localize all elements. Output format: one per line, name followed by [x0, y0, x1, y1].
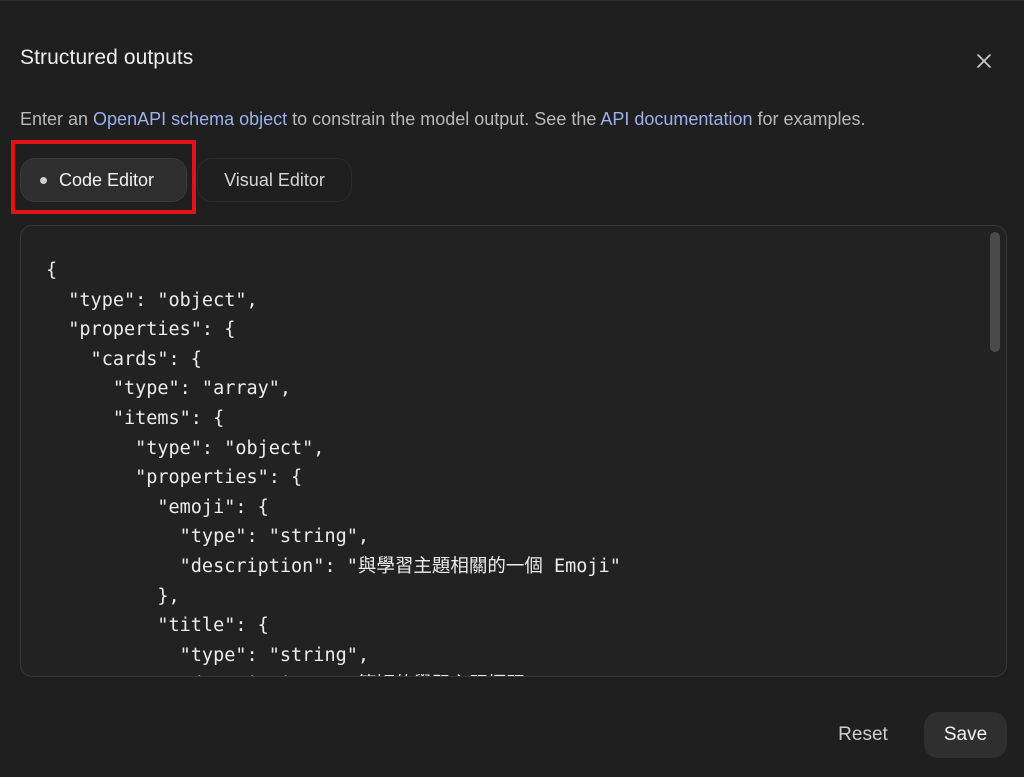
- code-line: "description": "簡短的學習主題標題": [46, 670, 621, 676]
- code-line: "properties": {: [46, 467, 303, 489]
- description-middle: to constrain the model output. See the: [287, 109, 601, 129]
- tab-code-editor[interactable]: Code Editor: [20, 158, 187, 202]
- dialog-title: Structured outputs: [20, 46, 194, 69]
- description-suffix: for examples.: [752, 109, 866, 129]
- tab-visual-editor-label: Visual Editor: [224, 169, 325, 190]
- code-line: "emoji": {: [46, 496, 269, 518]
- code-line: "cards": {: [46, 348, 202, 370]
- api-documentation-link[interactable]: API documentation: [600, 109, 752, 129]
- code-line: "type": "string",: [46, 526, 370, 548]
- editor-scrollbar[interactable]: [990, 232, 1000, 352]
- tab-code-editor-label: Code Editor: [59, 169, 155, 190]
- code-line: "type": "array",: [46, 378, 292, 400]
- save-button[interactable]: Save: [924, 712, 1007, 758]
- openapi-schema-link[interactable]: OpenAPI schema object: [93, 109, 287, 129]
- dialog-description: Enter an OpenAPI schema object to constr…: [20, 109, 866, 130]
- code-line: "type": "string",: [46, 644, 370, 666]
- close-icon: [977, 54, 991, 68]
- code-line: "description": "與學習主題相關的一個 Emoji": [46, 555, 621, 577]
- description-prefix: Enter an: [20, 109, 94, 129]
- close-button[interactable]: [968, 45, 1000, 77]
- code-line: "items": {: [46, 407, 225, 429]
- structured-outputs-dialog: Structured outputs Enter an OpenAPI sche…: [0, 0, 1024, 777]
- code-line: "type": "object",: [46, 289, 258, 311]
- code-editor[interactable]: { "type": "object", "properties": { "car…: [20, 225, 1007, 677]
- code-content[interactable]: { "type": "object", "properties": { "car…: [46, 256, 621, 676]
- tab-visual-editor[interactable]: Visual Editor: [197, 158, 352, 202]
- code-line: "properties": {: [46, 319, 236, 341]
- code-line: },: [46, 585, 180, 607]
- code-line: {: [46, 260, 58, 281]
- active-dot-icon: [40, 176, 47, 184]
- reset-button[interactable]: Reset: [820, 713, 906, 757]
- code-line: "title": {: [46, 615, 269, 637]
- code-line: "type": "object",: [46, 437, 325, 459]
